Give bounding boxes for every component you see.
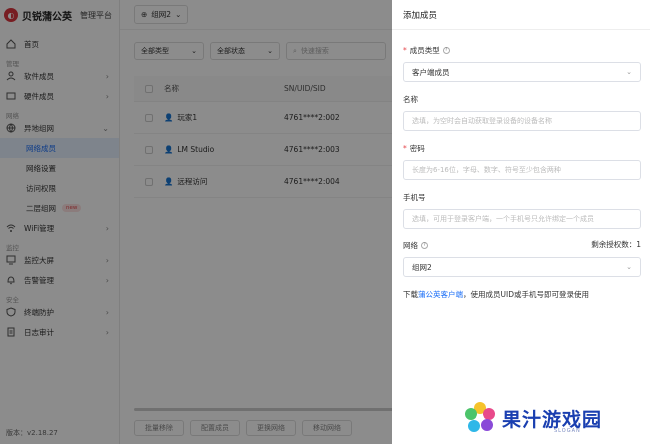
name-placeholder: 选填，为空时会自动获取登录设备的设备名称: [412, 117, 552, 125]
watermark-text: 果汁游戏园: [502, 408, 603, 431]
help-icon[interactable]: ?: [421, 241, 428, 249]
required-mark: *: [403, 45, 407, 55]
network-select[interactable]: 组网2 ⌄: [403, 257, 641, 277]
password-placeholder: 长度为6-16位，字母、数字、符号至少包含两种: [412, 166, 561, 174]
add-member-drawer: 添加成员 * 成员类型? 客户端成员 ⌄ 名称 选填，为空时会自动获取登录设备的设备…: [392, 0, 650, 444]
network-value: 组网2: [412, 262, 432, 272]
help-icon[interactable]: ?: [442, 46, 450, 54]
chevron-down-icon: ⌄: [626, 263, 632, 271]
member-type-select[interactable]: 客户端成员 ⌄: [403, 62, 641, 82]
network-label: 网络: [403, 240, 418, 250]
name-input[interactable]: 选填，为空时会自动获取登录设备的设备名称: [403, 111, 641, 131]
download-suffix: ，使用成员UID或手机号即可登录使用: [463, 290, 589, 299]
download-hint: 下载蒲公英客户端，使用成员UID或手机号即可登录使用: [403, 289, 589, 300]
chevron-down-icon: ⌄: [626, 68, 632, 76]
flower-logo-icon: [465, 402, 495, 432]
phone-input[interactable]: 选填，可用于登录客户端，一个手机号只允许绑定一个成员: [403, 209, 641, 229]
member-type-value: 客户端成员: [412, 67, 450, 77]
download-prefix: 下载: [403, 290, 418, 299]
license-label: 剩余授权数：: [591, 240, 637, 249]
license-count: 1: [636, 240, 641, 249]
password-label: 密码: [409, 143, 425, 153]
download-client-link[interactable]: 蒲公英客户端: [418, 290, 463, 299]
password-field: * 密码 长度为6-16位，字母、数字、符号至少包含两种: [403, 142, 641, 180]
phone-placeholder: 选填，可用于登录客户端，一个手机号只允许绑定一个成员: [412, 215, 594, 223]
license-remaining: 剩余授权数：1: [591, 239, 641, 250]
watermark-slogan: SLOGAN: [554, 428, 581, 434]
member-type-label: 成员类型: [409, 45, 440, 55]
name-label: 名称: [403, 94, 418, 104]
phone-label: 手机号: [403, 192, 426, 202]
phone-field: 手机号 选填，可用于登录客户端，一个手机号只允许绑定一个成员: [403, 191, 641, 229]
drawer-mask[interactable]: [0, 0, 392, 444]
network-field: 网络? 剩余授权数：1 组网2 ⌄: [403, 239, 641, 277]
password-input[interactable]: 长度为6-16位，字母、数字、符号至少包含两种: [403, 160, 641, 180]
name-field: 名称 选填，为空时会自动获取登录设备的设备名称: [403, 93, 641, 131]
required-mark: *: [403, 143, 407, 153]
member-type-field: * 成员类型? 客户端成员 ⌄: [403, 44, 641, 82]
drawer-title: 添加成员: [392, 0, 650, 30]
watermark: 果汁游戏园 SLOGAN: [462, 400, 602, 436]
